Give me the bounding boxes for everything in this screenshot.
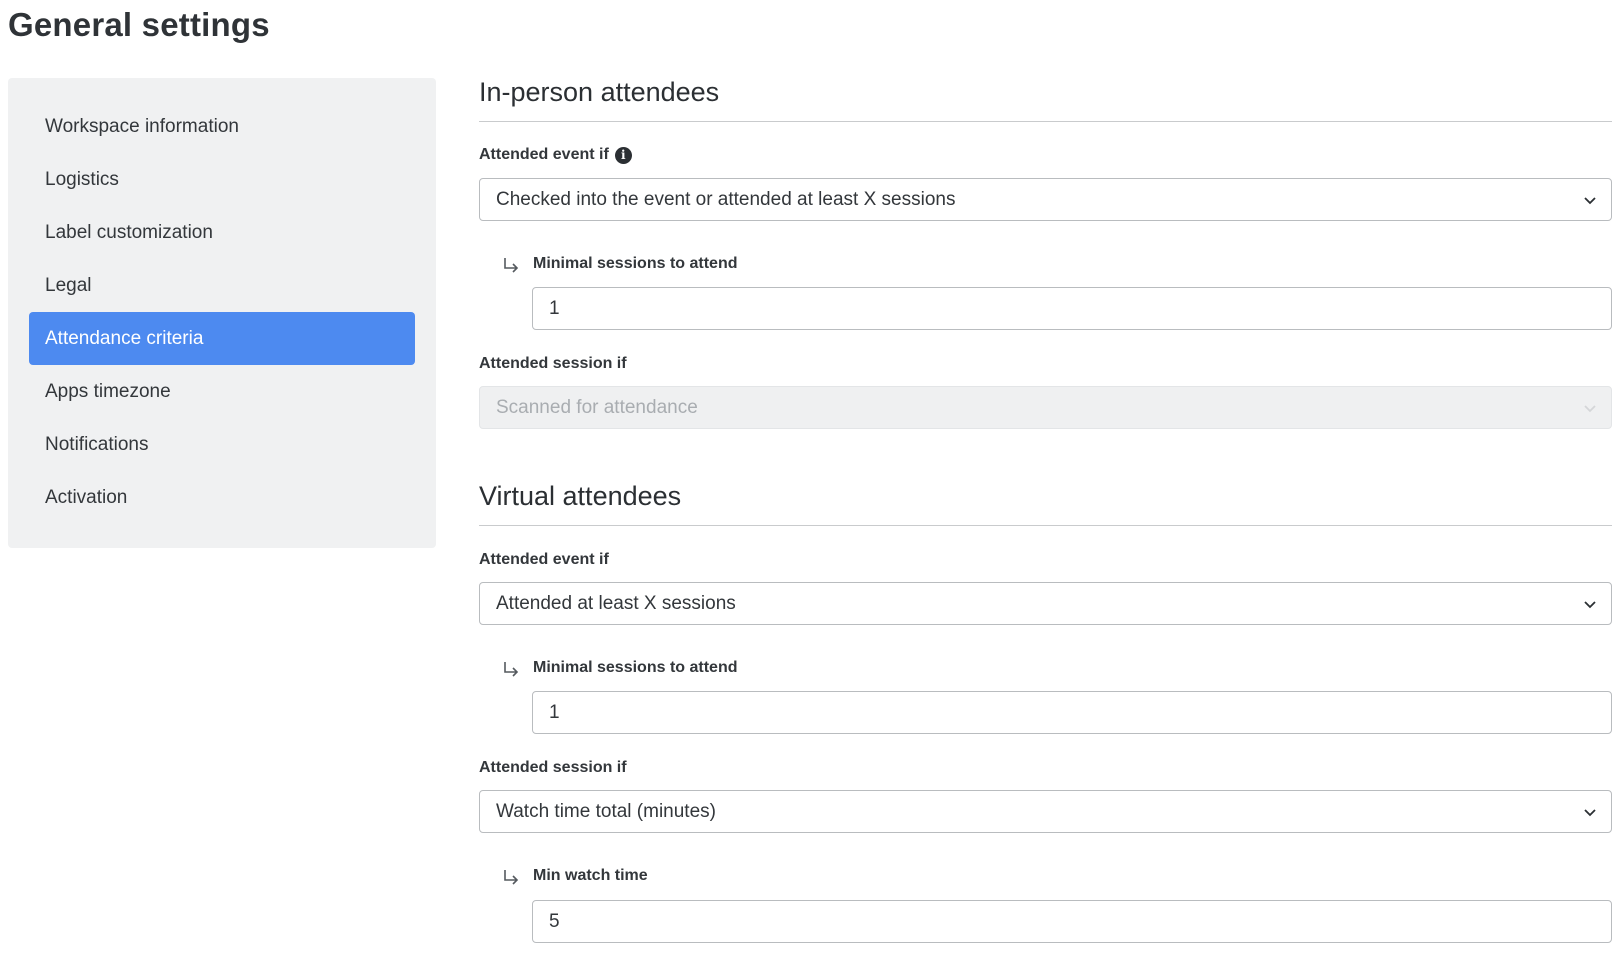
virtual-event-select[interactable]: Attended at least X sessions (479, 582, 1612, 625)
sidebar-item-label: Apps timezone (45, 380, 171, 402)
sidebar-item-label: Label customization (45, 221, 213, 243)
sidebar-item-label: Notifications (45, 433, 149, 455)
sidebar-item-logistics[interactable]: Logistics (29, 153, 415, 206)
section-divider (479, 121, 1612, 122)
virtual-session-select[interactable]: Watch time total (minutes) (479, 790, 1612, 833)
field-label-text: Minimal sessions to attend (533, 255, 738, 272)
virtual-min-watch-label: Min watch time (501, 866, 648, 886)
select-value: Attended at least X sessions (496, 592, 736, 614)
virtual-min-sessions-input[interactable] (532, 691, 1612, 734)
field-label-text: Minimal sessions to attend (533, 659, 738, 676)
arrow-turn-down-right-icon (504, 662, 519, 677)
virtual-section-title: Virtual attendees (479, 481, 682, 511)
chevron-down-icon (1584, 600, 1596, 608)
sidebar-item-label: Workspace information (45, 115, 239, 137)
sidebar-item-apps-timezone[interactable]: Apps timezone (29, 365, 415, 418)
field-label-text: Attended session if (479, 759, 627, 776)
virtual-min-watch-input[interactable] (532, 900, 1612, 943)
sidebar-item-label: Legal (45, 274, 92, 296)
field-label-text: Attended event if (479, 551, 609, 568)
settings-sidebar: Workspace information Logistics Label cu… (8, 78, 436, 548)
select-value: Scanned for attendance (496, 396, 698, 418)
select-value: Watch time total (minutes) (496, 800, 716, 822)
chevron-down-icon (1584, 404, 1596, 412)
sidebar-item-workspace-information[interactable]: Workspace information (29, 100, 415, 153)
sidebar-item-activation[interactable]: Activation (29, 471, 415, 524)
sidebar-item-label: Logistics (45, 168, 119, 190)
in-person-session-select: Scanned for attendance (479, 386, 1612, 429)
in-person-min-sessions-input[interactable] (532, 287, 1612, 330)
in-person-session-label: Attended session if (479, 355, 627, 373)
sidebar-item-label-customization[interactable]: Label customization (29, 206, 415, 259)
in-person-min-sessions-label: Minimal sessions to attend (501, 254, 737, 274)
chevron-down-icon (1584, 196, 1596, 204)
sidebar-item-legal[interactable]: Legal (29, 259, 415, 312)
select-value: Checked into the event or attended at le… (496, 188, 956, 210)
virtual-session-label: Attended session if (479, 759, 627, 777)
virtual-min-sessions-label: Minimal sessions to attend (501, 658, 737, 678)
section-divider (479, 525, 1612, 526)
in-person-event-select[interactable]: Checked into the event or attended at le… (479, 178, 1612, 221)
info-icon[interactable]: i (614, 146, 632, 164)
in-person-event-label: Attended event if i (479, 146, 632, 164)
field-label-text: Attended session if (479, 355, 627, 372)
field-label-text: Min watch time (533, 867, 648, 884)
page-title: General settings (8, 6, 270, 43)
sidebar-item-label: Activation (45, 486, 128, 508)
field-label-text: Attended event if (479, 146, 609, 163)
virtual-event-label: Attended event if (479, 551, 609, 569)
sidebar-item-attendance-criteria[interactable]: Attendance criteria (29, 312, 415, 365)
in-person-section-title: In-person attendees (479, 77, 720, 107)
chevron-down-icon (1584, 808, 1596, 816)
sidebar-item-notifications[interactable]: Notifications (29, 418, 415, 471)
arrow-turn-down-right-icon (504, 870, 519, 885)
sidebar-item-label: Attendance criteria (45, 327, 204, 349)
arrow-turn-down-right-icon (504, 258, 519, 273)
